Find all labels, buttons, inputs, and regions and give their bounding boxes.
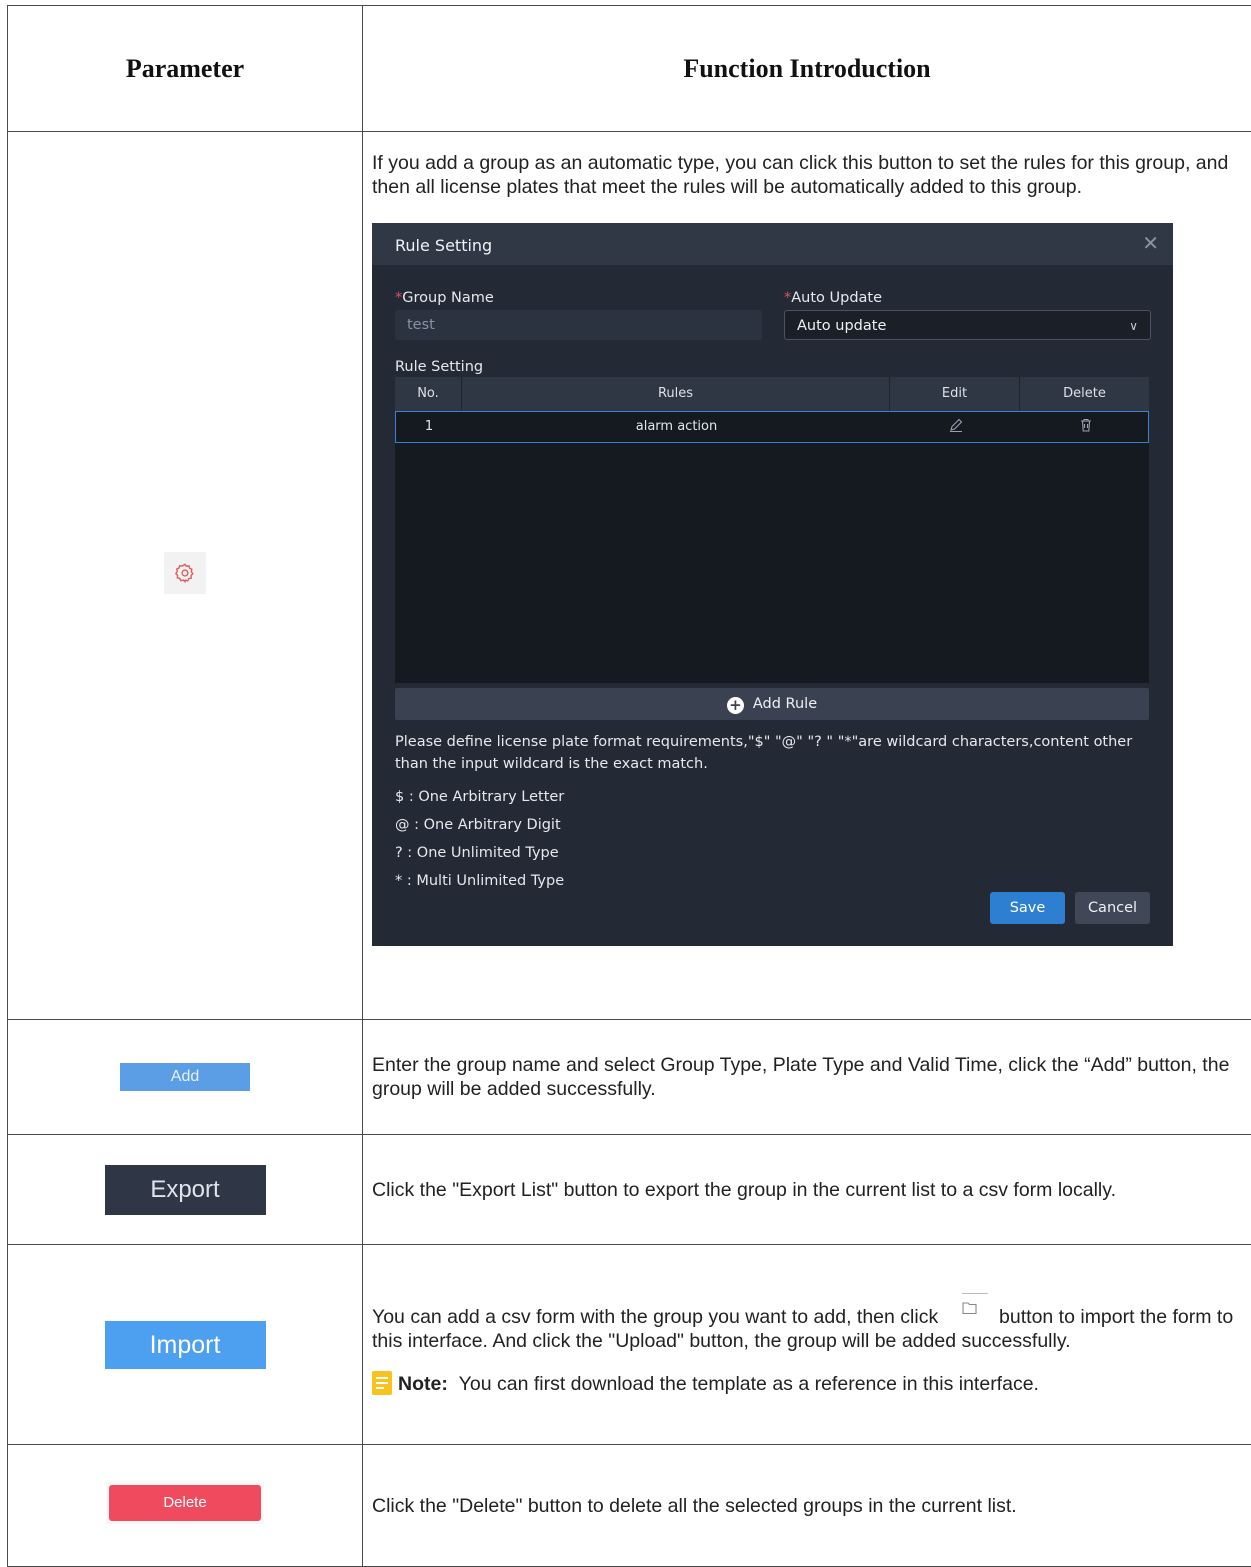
- parameter-table: Parameter Function Introduction If you a…: [7, 5, 1251, 1567]
- legend-unlimited-one: ? : One Unlimited Type: [395, 842, 1155, 864]
- rules-table-header: No. Rules Edit Delete: [395, 377, 1149, 411]
- gear-icon[interactable]: [164, 552, 206, 594]
- delete-button-frame: Delete: [106, 1482, 264, 1524]
- note: Note: You can first download the templat…: [372, 1371, 1239, 1396]
- rule-setting-param-cell: [8, 132, 363, 1020]
- export-param-cell: Export: [8, 1135, 363, 1245]
- rule-setting-desc-cell: If you add a group as an automatic type,…: [363, 132, 1251, 1020]
- dialog-header: Rule Setting ✕: [372, 223, 1173, 265]
- export-button[interactable]: Export: [105, 1165, 266, 1215]
- rules-table: No. Rules Edit Delete 1 alarm action: [395, 377, 1149, 683]
- import-button[interactable]: Import: [105, 1321, 266, 1369]
- format-hint: Please define license plate format requi…: [395, 731, 1155, 775]
- rule-setting-dialog: Rule Setting ✕ *Group Name test *Auto Up…: [372, 223, 1173, 946]
- row-rule: alarm action: [463, 412, 890, 442]
- export-desc-cell: Click the "Export List" button to export…: [363, 1135, 1251, 1245]
- save-button[interactable]: Save: [990, 892, 1065, 924]
- note-icon: [372, 1371, 392, 1395]
- table-row[interactable]: 1 alarm action: [395, 411, 1149, 443]
- import-description: You can add a csv form with the group yo…: [372, 1293, 1239, 1353]
- auto-update-select[interactable]: Auto update ∨: [784, 310, 1151, 340]
- cancel-button[interactable]: Cancel: [1075, 892, 1150, 924]
- rule-setting-description: If you add a group as an automatic type,…: [372, 151, 1239, 199]
- column-no: No.: [395, 377, 461, 411]
- column-rules: Rules: [462, 377, 889, 411]
- trash-icon[interactable]: [1021, 412, 1150, 442]
- group-name-input[interactable]: test: [395, 310, 762, 340]
- chevron-down-icon: ∨: [1129, 311, 1138, 341]
- delete-param-cell: Delete: [8, 1445, 363, 1567]
- legend-digit: @ : One Arbitrary Digit: [395, 814, 1155, 836]
- note-text: You can first download the template as a…: [459, 1373, 1039, 1395]
- add-param-cell: Add: [8, 1020, 363, 1135]
- group-name-label: *Group Name: [395, 286, 494, 310]
- note-label: Note:: [398, 1373, 448, 1395]
- import-desc-cell: You can add a csv form with the group yo…: [363, 1245, 1251, 1445]
- add-button[interactable]: Add: [120, 1063, 250, 1091]
- legend-letter: $ : One Arbitrary Letter: [395, 786, 1155, 808]
- edit-icon[interactable]: [891, 412, 1020, 442]
- legend-unlimited-multi: * : Multi Unlimited Type: [395, 870, 1155, 892]
- folder-icon[interactable]: [950, 1293, 988, 1315]
- column-edit: Edit: [890, 377, 1019, 411]
- delete-desc-cell: Click the "Delete" button to delete all …: [363, 1445, 1251, 1567]
- import-desc-before: You can add a csv form with the group yo…: [372, 1306, 938, 1328]
- column-delete: Delete: [1020, 377, 1149, 411]
- close-icon[interactable]: ✕: [1142, 231, 1159, 255]
- import-param-cell: Import: [8, 1245, 363, 1445]
- plus-circle-icon: +: [727, 697, 744, 714]
- auto-update-label: *Auto Update: [784, 286, 882, 310]
- header-function-introduction: Function Introduction: [363, 6, 1251, 132]
- settings-gear-glyph: [174, 562, 196, 584]
- auto-update-value: Auto update: [797, 318, 886, 334]
- row-no: 1: [396, 412, 462, 442]
- header-parameter: Parameter: [8, 6, 363, 132]
- dialog-title: Rule Setting: [395, 234, 492, 258]
- delete-button[interactable]: Delete: [109, 1485, 261, 1521]
- add-rule-button[interactable]: + Add Rule: [395, 688, 1149, 720]
- rule-setting-section-label: Rule Setting: [395, 355, 483, 379]
- add-desc-cell: Enter the group name and select Group Ty…: [363, 1020, 1251, 1135]
- add-rule-label: Add Rule: [753, 696, 817, 712]
